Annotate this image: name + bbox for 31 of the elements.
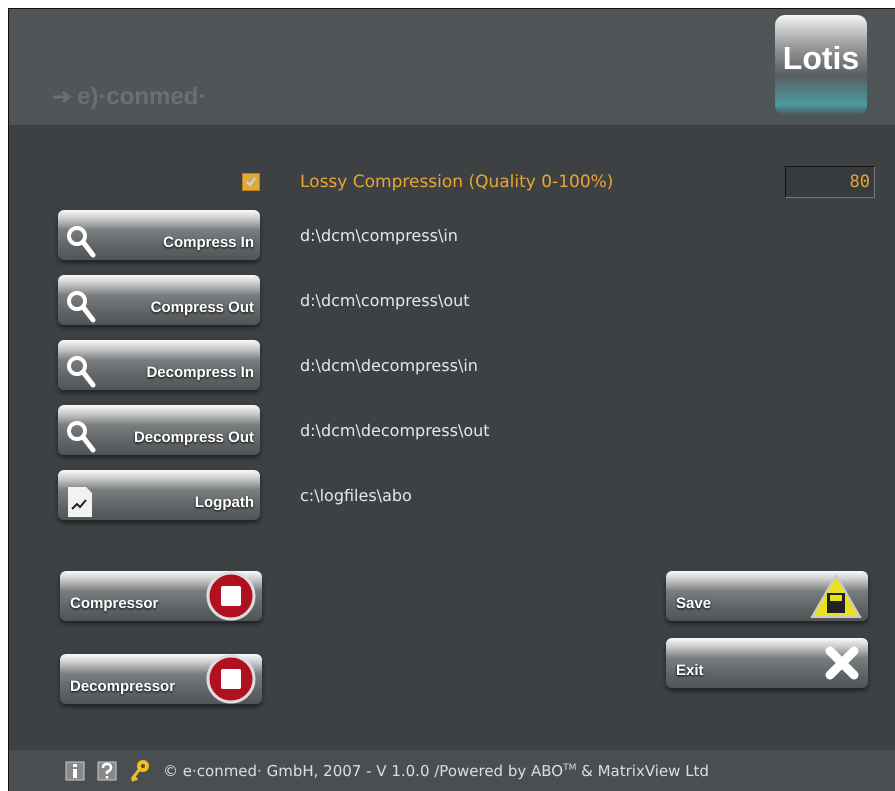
floppy-warning-icon [810,573,862,619]
search-icon [66,355,96,389]
path-text: d:\dcm\compress\in [300,226,458,244]
checkbox-label: Lossy Compression (Quality 0-100%) [300,172,614,192]
key-icon[interactable] [129,758,151,782]
browse-button[interactable]: Decompress In [58,340,260,390]
info-icon[interactable] [65,760,85,780]
document-chart-icon [66,485,94,519]
search-icon [66,290,96,324]
quality-field[interactable]: 80 [785,166,875,198]
service-button[interactable]: Compressor [60,571,262,621]
search-icon [66,225,96,259]
path-text: d:\dcm\compress\out [300,290,470,310]
path-text: c:\logfiles\abo [300,486,412,504]
browse-button[interactable]: Logpath [58,470,260,520]
browse-button[interactable]: Decompress Out [58,405,260,455]
app-badge: Lotis [775,15,867,115]
service-button[interactable]: Decompressor [60,654,262,704]
search-icon [66,420,96,454]
path-text: d:\dcm\decompress\in [300,356,478,374]
checkbox[interactable] [242,173,260,191]
help-icon[interactable] [97,760,117,780]
save-button[interactable]: Save [666,571,868,621]
copyright-text: © e·conmed· GmbH, 2007 - V 1.0.0 /Powered by ABO$^{TM}$ & MatrixView Ltd [163,762,709,780]
checkmark-icon [245,176,257,188]
exit-button[interactable]: Exit [666,638,868,688]
path-text: d:\dcm\decompress\out [300,420,490,440]
stop-icon [206,654,256,704]
stop-icon [206,571,256,621]
browse-button[interactable]: Compress Out [58,275,260,325]
browse-button[interactable]: Compress In [58,210,260,260]
